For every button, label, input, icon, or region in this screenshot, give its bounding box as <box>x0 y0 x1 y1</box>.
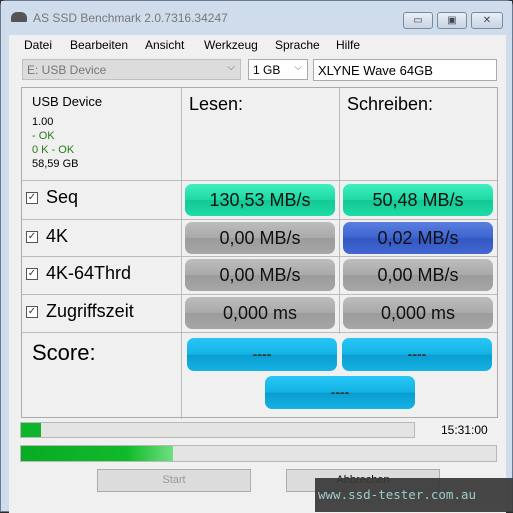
access-read-result: 0,000 ms <box>185 297 335 329</box>
row-label: 4K <box>46 226 69 246</box>
size-select[interactable]: 1 GB ⌵ <box>248 59 308 80</box>
driver-status: - OK <box>32 130 55 142</box>
divider <box>339 88 340 334</box>
alignment-status: 0 K - OK <box>32 144 75 156</box>
window-title: AS SSD Benchmark 2.0.7316.34247 <box>33 11 228 25</box>
checkbox-icon[interactable]: ✓ <box>26 191 38 204</box>
checkbox-icon[interactable]: ✓ <box>26 305 38 318</box>
seq-read-result: 130,53 MB/s <box>185 184 335 216</box>
row-label: Seq <box>46 187 79 207</box>
row-access-time[interactable]: ✓ Zugriffszeit <box>26 301 134 322</box>
menu-hilfe[interactable]: Hilfe <box>336 38 360 52</box>
maximize-button[interactable]: ▣ <box>437 12 467 29</box>
read-header: Lesen: <box>189 94 244 114</box>
divider <box>181 88 182 419</box>
access-write-result: 0,000 ms <box>343 297 493 329</box>
test-progress-bar <box>20 422 415 438</box>
score-read: ---- <box>187 338 337 371</box>
results-grid: USB Device 1.00 - OK 0 K - OK 58,59 GB L… <box>21 87 498 419</box>
elapsed-time: 15:31:00 <box>441 423 488 437</box>
menu-bearbeiten[interactable]: Bearbeiten <box>70 38 128 52</box>
menu-werkzeug[interactable]: Werkzeug <box>204 38 258 52</box>
menu-bar: Datei Bearbeiten Ansicht Werkzeug Sprach… <box>9 35 506 53</box>
chevron-down-icon: ⌵ <box>294 62 302 73</box>
divider <box>22 294 497 295</box>
start-button[interactable]: Start <box>97 469 251 492</box>
4k64-write-result: 0,00 MB/s <box>343 259 493 291</box>
client-area: Datei Bearbeiten Ansicht Werkzeug Sprach… <box>9 35 506 513</box>
overall-progress-bar <box>20 445 497 462</box>
device-title: USB Device <box>32 94 103 109</box>
menu-datei[interactable]: Datei <box>24 38 52 52</box>
score-write: ---- <box>342 338 492 371</box>
test-progress-fill <box>21 423 41 437</box>
checkbox-icon[interactable]: ✓ <box>26 267 38 280</box>
watermark: www.ssd-tester.com.au <box>315 478 513 512</box>
seq-write-result: 50,48 MB/s <box>343 184 493 216</box>
app-icon <box>11 12 27 22</box>
row-4k[interactable]: ✓ 4K <box>26 226 68 247</box>
4k64-read-result: 0,00 MB/s <box>185 259 335 291</box>
menu-sprache[interactable]: Sprache <box>275 38 320 52</box>
drive-select[interactable]: E: USB Device ⌵ <box>22 59 241 80</box>
watermark-text: www.ssd-tester.com.au <box>318 487 477 502</box>
device-name-input[interactable]: XLYNE Wave 64GB <box>313 59 497 81</box>
4k-read-result: 0,00 MB/s <box>185 222 335 254</box>
4k-write-result: 0,02 MB/s <box>343 222 493 254</box>
write-header: Schreiben: <box>347 94 434 114</box>
app-window: AS SSD Benchmark 2.0.7316.34247 ▭ ▣ ✕ Da… <box>0 0 513 513</box>
divider <box>22 256 497 257</box>
chevron-down-icon: ⌵ <box>227 62 235 73</box>
checkbox-icon[interactable]: ✓ <box>26 230 38 243</box>
divider <box>22 219 497 220</box>
capacity: 58,59 GB <box>32 158 79 170</box>
divider <box>22 180 497 181</box>
row-seq[interactable]: ✓ Seq <box>26 187 78 208</box>
row-label: 4K-64Thrd <box>46 263 132 283</box>
menu-ansicht[interactable]: Ansicht <box>145 38 184 52</box>
score-total: ---- <box>265 376 415 409</box>
row-4k-64thrd[interactable]: ✓ 4K-64Thrd <box>26 263 131 284</box>
divider <box>22 332 497 333</box>
minimize-button[interactable]: ▭ <box>403 12 433 29</box>
overall-progress-fill <box>21 446 173 461</box>
close-button[interactable]: ✕ <box>471 12 503 29</box>
drive-value: E: USB Device <box>27 63 107 77</box>
size-value: 1 GB <box>253 63 281 77</box>
firmware: 1.00 <box>32 116 54 128</box>
title-bar: AS SSD Benchmark 2.0.7316.34247 ▭ ▣ ✕ <box>1 1 512 35</box>
score-label: Score: <box>32 340 96 365</box>
row-label: Zugriffszeit <box>46 301 134 321</box>
